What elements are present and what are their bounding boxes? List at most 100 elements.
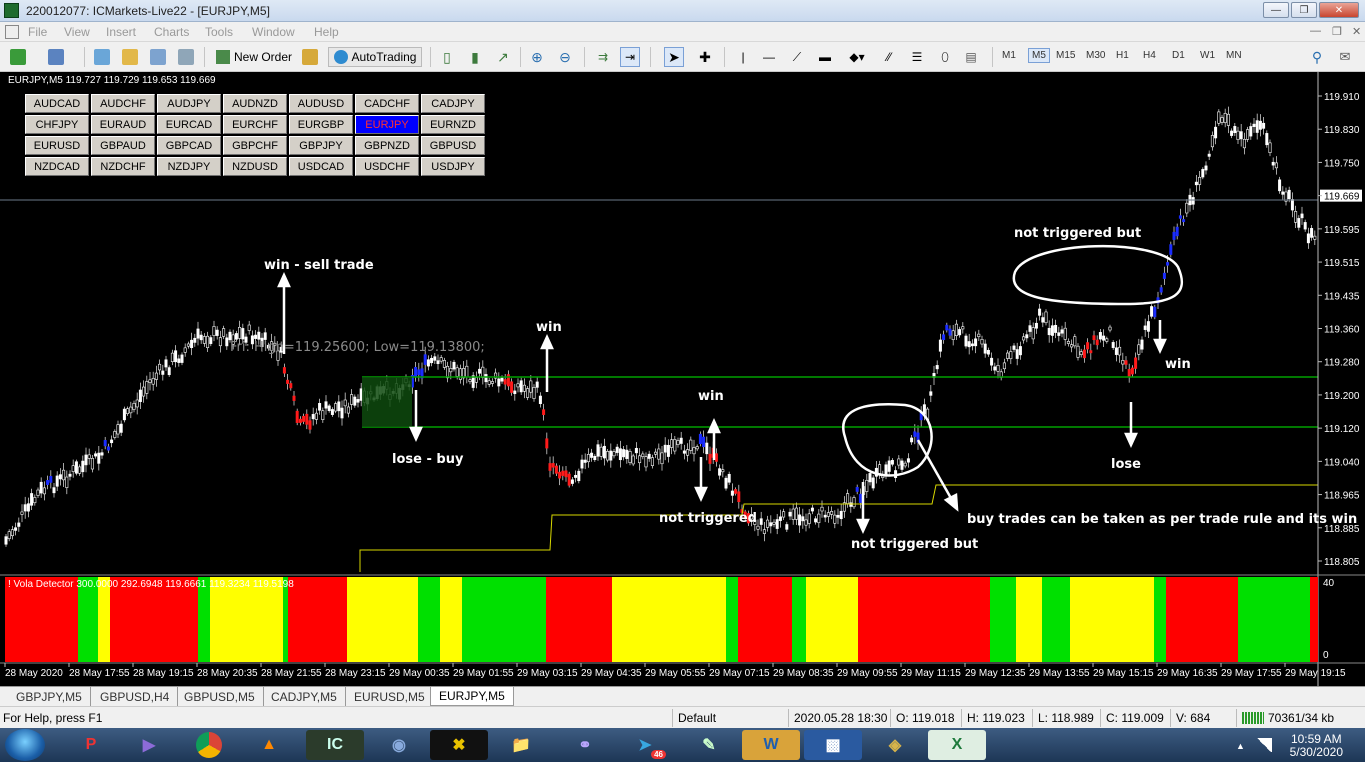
timeframe-h1[interactable]: H1 [1116,50,1129,61]
symbol-button-gbpjpy[interactable]: GBPJPY [289,136,353,155]
taskbar-clock[interactable]: 10:59 AM 5/30/2020 [1290,733,1343,759]
bar-chart-icon[interactable]: ▯ [438,47,456,67]
taskbar-excel-icon[interactable]: X [928,730,986,760]
tab-cadjpy-m5[interactable]: CADJPY,M5 [263,687,346,706]
menu-window[interactable]: Window [252,25,295,39]
new-order-button[interactable]: New Order [212,47,296,67]
tab-gbpusd-h4[interactable]: GBPUSD,H4 [92,687,179,706]
symbol-button-audcad[interactable]: AUDCAD [25,94,89,113]
symbol-button-usdchf[interactable]: USDCHF [355,157,419,176]
fibonacci-icon[interactable]: ☰ [908,47,926,67]
zoom-in-icon[interactable]: ⊕ [528,47,546,67]
taskbar-archive-icon[interactable]: ◈ [866,730,924,760]
taskbar-app-icon[interactable]: ✖ [430,730,488,760]
symbol-button-eurgbp[interactable]: EURGBP [289,115,353,134]
network-icon[interactable] [1256,738,1272,752]
menu-help[interactable]: Help [314,25,339,39]
symbol-button-nzdcad[interactable]: NZDCAD [25,157,89,176]
tab-gbpjpy-m5[interactable]: GBPJPY,M5 [8,687,91,706]
timeframe-mn[interactable]: MN [1226,50,1242,61]
taskbar-chrome-icon[interactable] [180,730,238,760]
symbol-button-audnzd[interactable]: AUDNZD [223,94,287,113]
symbol-button-nzdchf[interactable]: NZDCHF [91,157,155,176]
symbol-button-eurusd[interactable]: EURUSD [25,136,89,155]
tab-eurjpy-m5[interactable]: EURJPY,M5 [430,687,514,706]
autoscroll-icon[interactable]: ⇉ [594,47,612,67]
profiles-icon[interactable] [48,49,64,65]
symbol-button-usdjpy[interactable]: USDJPY [421,157,485,176]
symbol-button-gbpaud[interactable]: GBPAUD [91,136,155,155]
symbol-button-gbpusd[interactable]: GBPUSD [421,136,485,155]
menu-file[interactable]: File [28,25,47,39]
terminal-icon[interactable] [150,49,166,65]
taskbar-explorer-icon[interactable]: 📁 [492,730,550,760]
zoom-out-icon[interactable]: ⊖ [556,47,574,67]
chat-icon[interactable]: ✉ [1336,47,1354,67]
candlestick-icon[interactable]: ▮ [466,47,484,67]
taskbar-telegram-icon[interactable]: ➤ 46 [616,730,674,760]
timeframe-h4[interactable]: H4 [1143,50,1156,61]
symbol-button-eurjpy[interactable]: EURJPY [355,115,419,134]
trendline-icon[interactable]: ⟋ [788,47,806,67]
taskbar-pdf-icon[interactable]: P [62,730,120,760]
symbol-button-gbpchf[interactable]: GBPCHF [223,136,287,155]
symbol-button-gbpnzd[interactable]: GBPNZD [355,136,419,155]
taskbar-notepad-icon[interactable]: ✎ [680,730,738,760]
navigator-icon[interactable] [122,49,138,65]
market-watch-icon[interactable] [94,49,110,65]
taskbar-browser-icon[interactable]: ⚭ [556,730,614,760]
strategy-tester-icon[interactable] [178,49,194,65]
vertical-line-icon[interactable]: | [734,47,752,67]
symbol-button-cadchf[interactable]: CADCHF [355,94,419,113]
line-chart-icon[interactable]: ↗ [494,47,512,67]
tab-eurusd-m5[interactable]: EURUSD,M5 [346,687,434,706]
timeframe-m1[interactable]: M1 [1002,50,1016,61]
symbol-button-eurnzd[interactable]: EURNZD [421,115,485,134]
menu-insert[interactable]: Insert [106,25,136,39]
taskbar-reader-icon[interactable]: ▩ [804,730,862,760]
chart-window-icon[interactable] [5,25,19,39]
menu-view[interactable]: View [64,25,90,39]
timeframe-m30[interactable]: M30 [1086,50,1105,61]
channel-icon[interactable]: ⁄⁄ [880,47,898,67]
symbol-button-usdcad[interactable]: USDCAD [289,157,353,176]
taskbar-owl-icon[interactable]: ◉ [370,730,428,760]
taskbar-icmarkets-icon[interactable]: IC [306,730,364,760]
symbol-button-eurchf[interactable]: EURCHF [223,115,287,134]
symbol-button-chfjpy[interactable]: CHFJPY [25,115,89,134]
menu-tools[interactable]: Tools [205,25,233,39]
timeframe-w1[interactable]: W1 [1200,50,1215,61]
symbol-button-gbpcad[interactable]: GBPCAD [157,136,221,155]
autotrading-button[interactable]: AutoTrading [328,47,422,67]
chart-shift-icon[interactable]: ⇥ [620,47,640,67]
taskbar-visualstudio-icon[interactable]: ▶ [120,730,178,760]
metaeditor-icon[interactable] [302,49,318,65]
horizontal-line-icon[interactable]: — [760,47,778,67]
ellipse-icon[interactable]: ⬯ [936,47,954,67]
shapes-dropdown-icon[interactable]: ◆▾ [844,47,870,67]
minimize-button[interactable]: — [1263,2,1289,18]
chart-window[interactable]: 119.910 119.830 119.750 119.669 119.595 119.5… [0,72,1365,686]
rectangle-icon[interactable]: ▬ [816,47,834,67]
text-label-icon[interactable]: ▤ [962,47,980,67]
menu-charts[interactable]: Charts [154,25,189,39]
mdi-close-button[interactable]: ✕ [1352,25,1361,38]
search-icon[interactable]: ⚲ [1308,47,1326,67]
new-chart-icon[interactable] [10,49,26,65]
timeframe-m15[interactable]: M15 [1056,50,1075,61]
symbol-button-nzdjpy[interactable]: NZDJPY [157,157,221,176]
maximize-button[interactable]: ❐ [1291,2,1317,18]
timeframe-m5[interactable]: M5 [1028,48,1050,63]
timeframe-d1[interactable]: D1 [1172,50,1185,61]
start-button-icon[interactable] [5,729,45,761]
tab-gbpusd-m5[interactable]: GBPUSD,M5 [176,687,264,706]
symbol-button-audchf[interactable]: AUDCHF [91,94,155,113]
symbol-button-audusd[interactable]: AUDUSD [289,94,353,113]
symbol-button-audjpy[interactable]: AUDJPY [157,94,221,113]
symbol-button-cadjpy[interactable]: CADJPY [421,94,485,113]
symbol-button-nzdusd[interactable]: NZDUSD [223,157,287,176]
mdi-minimize-button[interactable]: — [1310,25,1321,37]
crosshair-icon[interactable]: ✚ [696,47,714,67]
symbol-button-euraud[interactable]: EURAUD [91,115,155,134]
taskbar-word-icon[interactable]: W [742,730,800,760]
